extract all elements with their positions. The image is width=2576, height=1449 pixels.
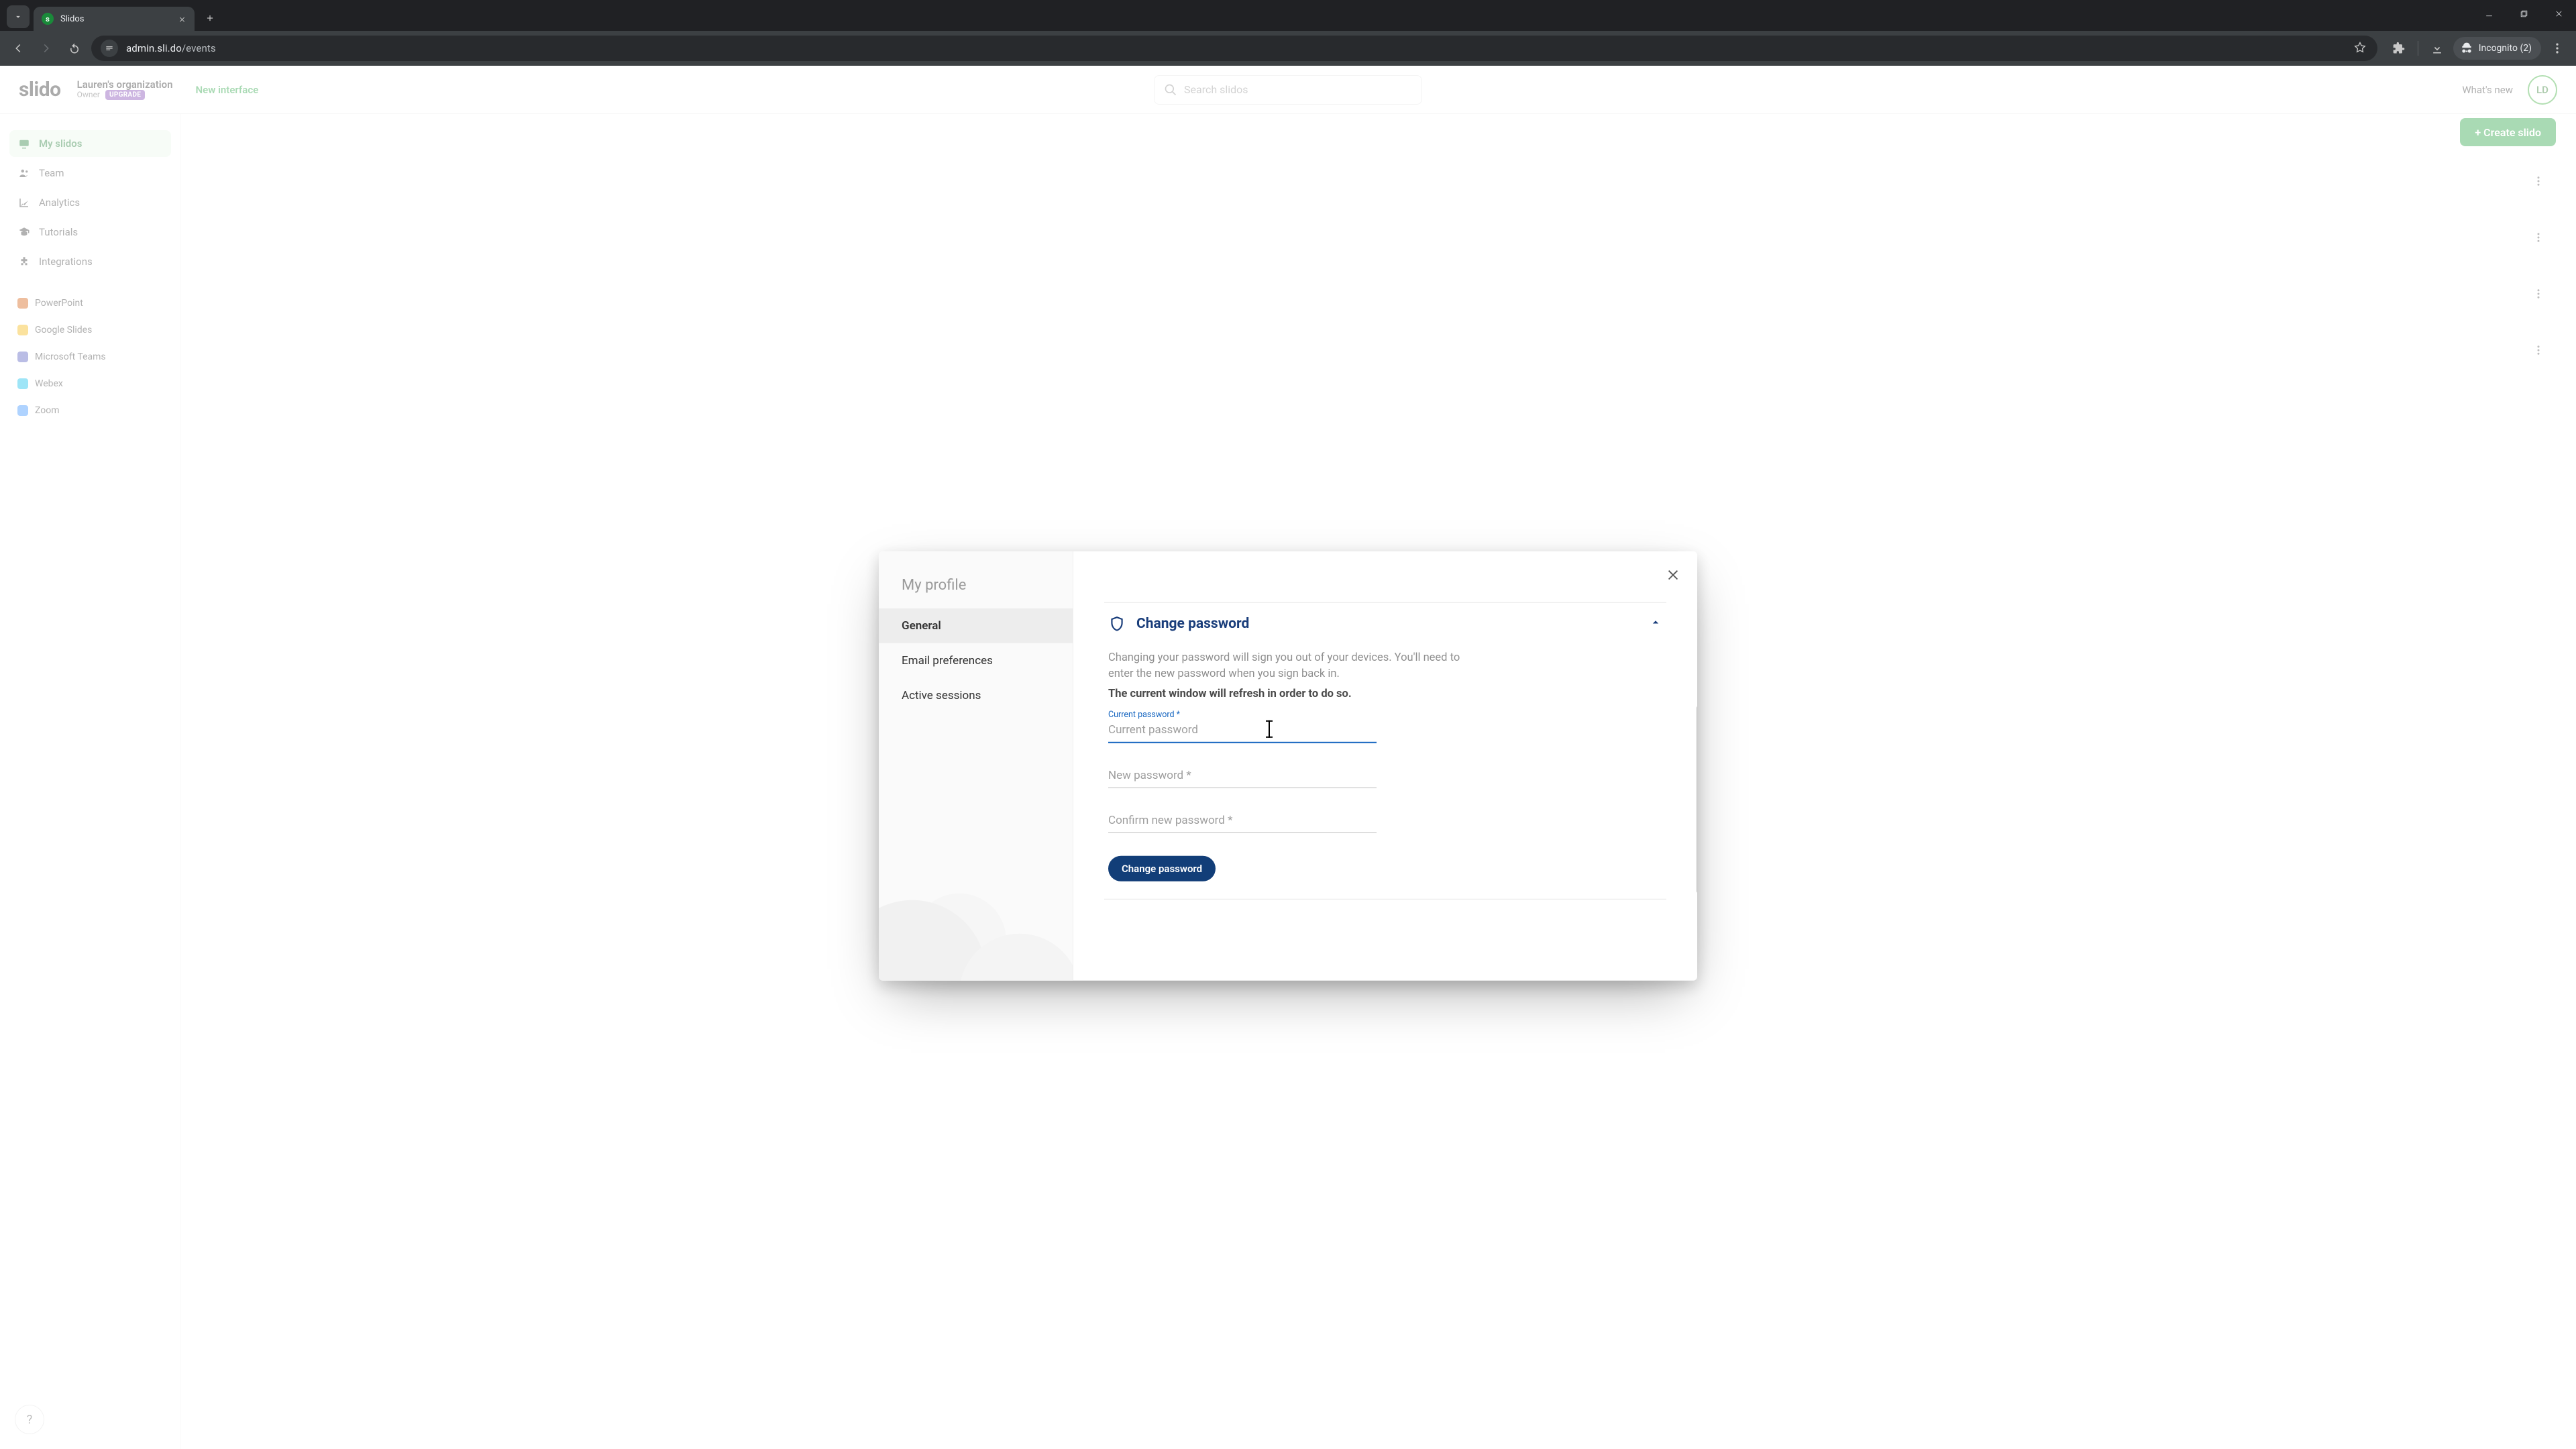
nav-reload-button[interactable]	[63, 37, 86, 60]
browser-tab[interactable]: s Slidos	[34, 7, 195, 31]
modal-sidebar: My profile General Email preferences Act…	[879, 551, 1073, 981]
current-password-field: Current password *	[1108, 711, 1377, 743]
section-body: Changing your password will sign you out…	[1104, 645, 1666, 899]
modal-nav-active-sessions[interactable]: Active sessions	[879, 678, 1073, 713]
modal-nav-email-preferences[interactable]: Email preferences	[879, 643, 1073, 678]
site-info-button[interactable]	[101, 40, 118, 57]
tab-title: Slidos	[60, 14, 169, 24]
new-tab-button[interactable]	[200, 8, 220, 28]
app-page: slido Lauren's organization Owner UPGRAD…	[0, 66, 2576, 1449]
incognito-icon	[2460, 42, 2473, 55]
section-title: Change password	[1136, 616, 1638, 632]
tab-close-button[interactable]	[176, 13, 188, 25]
modal-content: Change password Changing your password w…	[1073, 551, 1697, 981]
incognito-label: Incognito (2)	[2479, 43, 2532, 54]
chrome-menu-button[interactable]	[2545, 36, 2569, 60]
window-restore-button[interactable]	[2509, 3, 2538, 24]
modal-nav-general[interactable]: General	[879, 608, 1073, 643]
browser-toolbar: admin.sli.do/events Incognito (2)	[0, 31, 2576, 66]
modal-nav-label: Active sessions	[902, 689, 981, 702]
chevron-up-icon	[1649, 616, 1662, 632]
nav-forward-button[interactable]	[35, 37, 58, 60]
modal-title: My profile	[879, 577, 1073, 608]
new-password-input[interactable]	[1108, 766, 1377, 788]
tab-strip: s Slidos	[0, 0, 2576, 31]
field-label: Current password *	[1108, 710, 1180, 720]
close-icon	[1666, 567, 1680, 582]
slido-favicon-icon: s	[42, 13, 54, 25]
change-password-section: Change password Changing your password w…	[1104, 602, 1666, 900]
decorative-clouds	[879, 860, 1073, 981]
profile-modal: My profile General Email preferences Act…	[879, 551, 1697, 981]
toolbar-right: Incognito (2)	[2387, 36, 2569, 60]
window-close-button[interactable]	[2544, 3, 2573, 24]
url-host: admin.sli.do	[126, 42, 182, 54]
browser-window: s Slidos admin.sli.do/events	[0, 0, 2576, 1449]
confirm-password-field	[1108, 811, 1377, 833]
modal-close-button[interactable]	[1660, 561, 1686, 588]
incognito-indicator[interactable]: Incognito (2)	[2453, 37, 2541, 60]
confirm-password-input[interactable]	[1108, 811, 1377, 833]
window-minimize-button[interactable]	[2474, 3, 2504, 24]
section-hint: Changing your password will sign you out…	[1108, 650, 1484, 682]
bookmark-star-icon[interactable]	[2353, 41, 2368, 56]
shield-icon	[1108, 615, 1126, 633]
url-path: /events	[182, 42, 216, 54]
section-hint-strong: The current window will refresh in order…	[1108, 688, 1662, 700]
new-password-field	[1108, 766, 1377, 788]
omnibox-url: admin.sli.do/events	[126, 42, 2345, 54]
modal-nav-label: Email preferences	[902, 654, 993, 667]
section-toggle[interactable]: Change password	[1104, 603, 1666, 645]
extensions-button[interactable]	[2387, 36, 2411, 60]
tabs-dropdown-button[interactable]	[7, 5, 30, 28]
nav-back-button[interactable]	[7, 37, 30, 60]
omnibox[interactable]: admin.sli.do/events	[91, 36, 2377, 61]
window-controls	[2474, 3, 2573, 24]
modal-nav-label: General	[902, 619, 941, 633]
downloads-button[interactable]	[2425, 36, 2449, 60]
change-password-submit[interactable]: Change password	[1108, 856, 1216, 881]
